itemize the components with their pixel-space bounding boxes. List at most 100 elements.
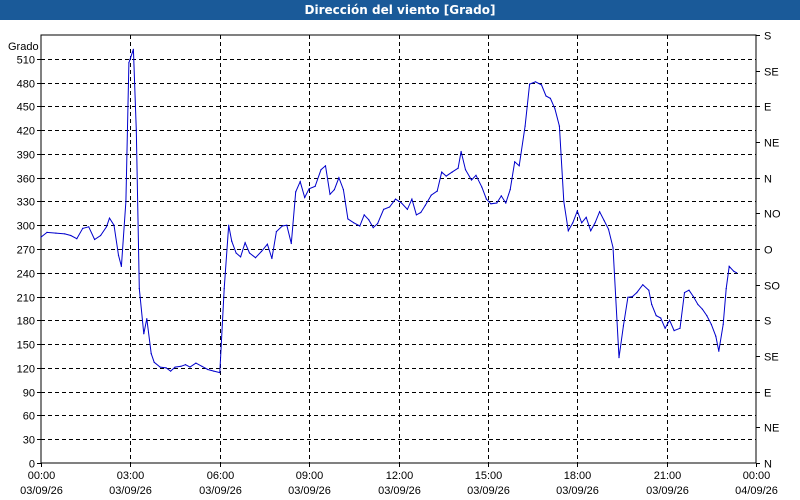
data-point — [165, 367, 167, 369]
data-point — [424, 204, 426, 206]
data-point — [46, 231, 48, 233]
y-tick-label: 240 — [17, 269, 35, 281]
data-point — [725, 288, 727, 290]
data-point — [189, 366, 191, 368]
data-point — [219, 372, 221, 374]
data-point — [108, 217, 111, 219]
data-point — [688, 289, 690, 291]
data-point — [411, 198, 413, 200]
y-tick-label: 180 — [17, 316, 35, 328]
data-point — [135, 129, 137, 131]
data-point — [70, 234, 72, 237]
data-point — [631, 296, 634, 298]
data-point — [460, 150, 462, 153]
data-point — [143, 333, 145, 335]
data-point — [558, 125, 561, 127]
data-point — [655, 315, 657, 317]
data-point — [563, 200, 565, 202]
data-point — [40, 236, 42, 238]
data-point — [368, 219, 370, 221]
data-point — [377, 223, 379, 225]
data-point — [228, 224, 230, 226]
data-point — [338, 177, 340, 179]
right-tick-label: S — [764, 316, 771, 328]
data-point — [599, 211, 601, 213]
data-point — [223, 288, 225, 290]
right-axis-ticks: N NE E SE S SO O NO N NE E SE S — [756, 31, 781, 471]
data-point — [329, 193, 331, 195]
y-axis-ticks: 0 30 60 90 120 150 180 210 240 270 300 330 360 390 420… — [17, 55, 41, 471]
x-tick-date: 03/09/26 — [288, 485, 331, 497]
data-point — [170, 370, 172, 372]
data-point — [648, 289, 650, 291]
data-point — [260, 250, 263, 252]
x-tick-date: 03/09/26 — [467, 485, 510, 497]
right-tick-label: NO — [764, 209, 781, 221]
data-point — [505, 202, 507, 204]
data-point — [308, 188, 310, 190]
y-tick-label: 450 — [17, 102, 35, 114]
data-point — [585, 216, 587, 218]
x-tick-date: 03/09/26 — [646, 485, 689, 497]
x-tick-date: 03/09/26 — [109, 485, 152, 497]
data-point — [572, 222, 574, 224]
data-point — [420, 211, 422, 214]
x-tick-time: 00:00 — [28, 470, 56, 482]
data-point — [457, 167, 459, 169]
data-point — [415, 214, 417, 216]
data-point — [436, 190, 438, 192]
y-tick-label: 150 — [17, 340, 35, 352]
x-tick-time: 15:00 — [475, 470, 503, 482]
data-point — [728, 265, 730, 267]
y-tick-label: 420 — [17, 126, 35, 138]
data-point — [524, 125, 526, 127]
data-point — [612, 246, 614, 248]
data-point — [509, 189, 511, 191]
data-point — [64, 233, 66, 235]
data-point — [642, 284, 644, 286]
data-point — [275, 231, 277, 233]
data-point — [514, 161, 516, 163]
data-point — [554, 108, 556, 110]
data-point — [567, 230, 569, 232]
data-point — [244, 242, 246, 244]
data-point — [254, 257, 257, 259]
y-tick-label: 510 — [17, 55, 35, 67]
data-point — [441, 171, 443, 173]
y-tick-label: 60 — [23, 411, 35, 423]
data-point — [534, 81, 537, 83]
data-point — [55, 232, 57, 234]
data-point — [470, 179, 473, 181]
right-tick-label: SE — [764, 352, 779, 364]
x-tick-date: 03/09/26 — [378, 485, 421, 497]
data-point — [733, 270, 735, 272]
data-point — [105, 226, 108, 228]
data-point — [132, 48, 134, 50]
data-point — [150, 353, 152, 355]
data-point — [701, 308, 704, 310]
data-point — [363, 214, 365, 216]
data-point — [445, 175, 447, 177]
data-point — [394, 198, 397, 200]
data-point — [529, 83, 531, 85]
data-point — [710, 323, 712, 325]
data-point — [146, 318, 148, 320]
right-tick-label: SO — [764, 281, 780, 293]
data-point — [201, 365, 203, 367]
data-point — [603, 219, 605, 222]
y-tick-label: 0 — [29, 459, 35, 471]
data-point — [320, 169, 322, 171]
data-point — [496, 202, 498, 204]
data-point — [389, 206, 391, 208]
data-point — [240, 256, 242, 258]
data-point — [213, 370, 215, 372]
data-point — [406, 208, 408, 210]
data-point — [490, 203, 492, 205]
data-point — [94, 238, 96, 241]
data-point — [683, 292, 686, 294]
y-tick-label: 300 — [17, 221, 35, 233]
data-point — [180, 365, 182, 367]
data-point — [113, 224, 115, 226]
data-point — [117, 254, 120, 256]
data-point — [304, 196, 306, 199]
